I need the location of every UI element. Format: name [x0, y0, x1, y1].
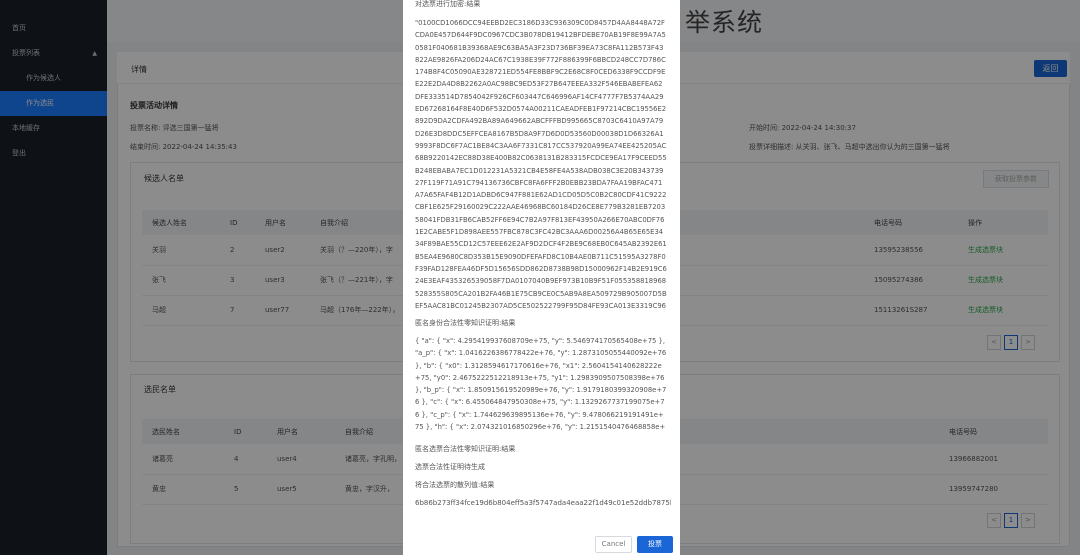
identity-zkp-label: 匿名身份合法性零知识证明:结果 [415, 319, 516, 327]
encrypted-ballot-text: "0100CD1066DCC94EEBD2EC3186D33C936309C0D… [415, 19, 667, 310]
modal-body: 对选票进行加密:结果 "0100CD1066DCC94EEBD2EC3186D3… [415, 0, 671, 525]
identity-zkp-text: { "a": { "x": 4.295419937608709e+75, "y"… [415, 337, 667, 432]
digest-label: 将合法选票的散列值:结果 [415, 481, 495, 489]
cancel-button[interactable]: Cancel [595, 536, 632, 553]
vote-button[interactable]: 投票 [637, 536, 673, 553]
ballot-zkp-status: 选票合法性证明待生成 [415, 463, 485, 471]
ballot-digest: 6b86b273ff34fce19d6b804eff5a3f5747ada4ea… [415, 499, 671, 507]
vote-modal: 对选票进行加密:结果 "0100CD1066DCC94EEBD2EC3186D3… [403, 0, 680, 555]
encrypt-result-label: 对选票进行加密:结果 [415, 0, 481, 8]
ballot-zkp-label: 匿名选票合法性零知识证明:结果 [415, 445, 516, 453]
